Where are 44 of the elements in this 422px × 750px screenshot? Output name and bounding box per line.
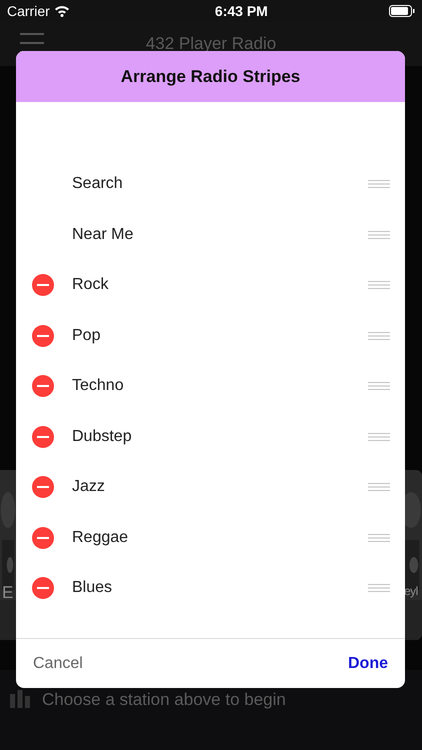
stripe-label: Reggae bbox=[72, 528, 128, 548]
delete-icon[interactable] bbox=[32, 476, 54, 498]
stripe-label: Search bbox=[72, 174, 123, 194]
stripe-row[interactable]: Search bbox=[16, 159, 405, 210]
stripe-label: Dubstep bbox=[72, 426, 132, 447]
stripe-row[interactable]: Rock bbox=[16, 260, 405, 310]
drag-handle-icon[interactable] bbox=[368, 534, 390, 542]
drag-handle-icon[interactable] bbox=[368, 382, 390, 390]
station-label: eyl bbox=[404, 583, 418, 600]
delete-icon[interactable] bbox=[32, 375, 54, 398]
stripe-label: Rock bbox=[72, 275, 108, 296]
station-card[interactable]: E bbox=[0, 470, 16, 640]
drag-handle-icon[interactable] bbox=[368, 281, 390, 290]
drag-handle-icon[interactable] bbox=[368, 332, 390, 340]
delete-icon[interactable] bbox=[32, 324, 54, 347]
drag-handle-icon[interactable] bbox=[368, 230, 390, 239]
station-label: E bbox=[2, 582, 14, 604]
drag-handle-icon[interactable] bbox=[368, 180, 390, 188]
drag-handle-icon[interactable] bbox=[368, 432, 390, 441]
app-title: 432 Player Radio bbox=[146, 33, 276, 56]
stripe-row[interactable]: Near Me bbox=[16, 210, 405, 260]
stripe-row[interactable]: Pop bbox=[16, 310, 405, 361]
done-button[interactable]: Done bbox=[348, 652, 388, 676]
cancel-button[interactable]: Cancel bbox=[33, 652, 83, 676]
equalizer-icon bbox=[10, 690, 30, 708]
stripe-label: Blues bbox=[72, 578, 112, 598]
clock-label: 6:43 PM bbox=[214, 2, 268, 20]
delete-icon[interactable] bbox=[32, 526, 54, 549]
drag-handle-icon[interactable] bbox=[368, 584, 390, 592]
delete-icon[interactable] bbox=[32, 274, 54, 296]
delete-icon[interactable] bbox=[32, 577, 54, 600]
stripe-row[interactable]: Techno bbox=[16, 361, 405, 412]
wifi-icon bbox=[54, 5, 70, 17]
battery-icon bbox=[388, 5, 415, 17]
player-status: Choose a station above to begin bbox=[42, 690, 286, 710]
drag-handle-icon[interactable] bbox=[368, 483, 390, 492]
stripe-label: Near Me bbox=[72, 224, 134, 245]
stripe-label: Pop bbox=[72, 326, 100, 346]
delete-icon[interactable] bbox=[32, 426, 54, 448]
stripe-label: Jazz bbox=[72, 477, 105, 498]
dialog-title: Arrange Radio Stripes bbox=[120, 66, 300, 88]
stripe-label: Techno bbox=[72, 376, 124, 396]
stripe-row[interactable]: Dubstep bbox=[16, 412, 405, 462]
carrier-label: Carrier bbox=[7, 2, 50, 20]
